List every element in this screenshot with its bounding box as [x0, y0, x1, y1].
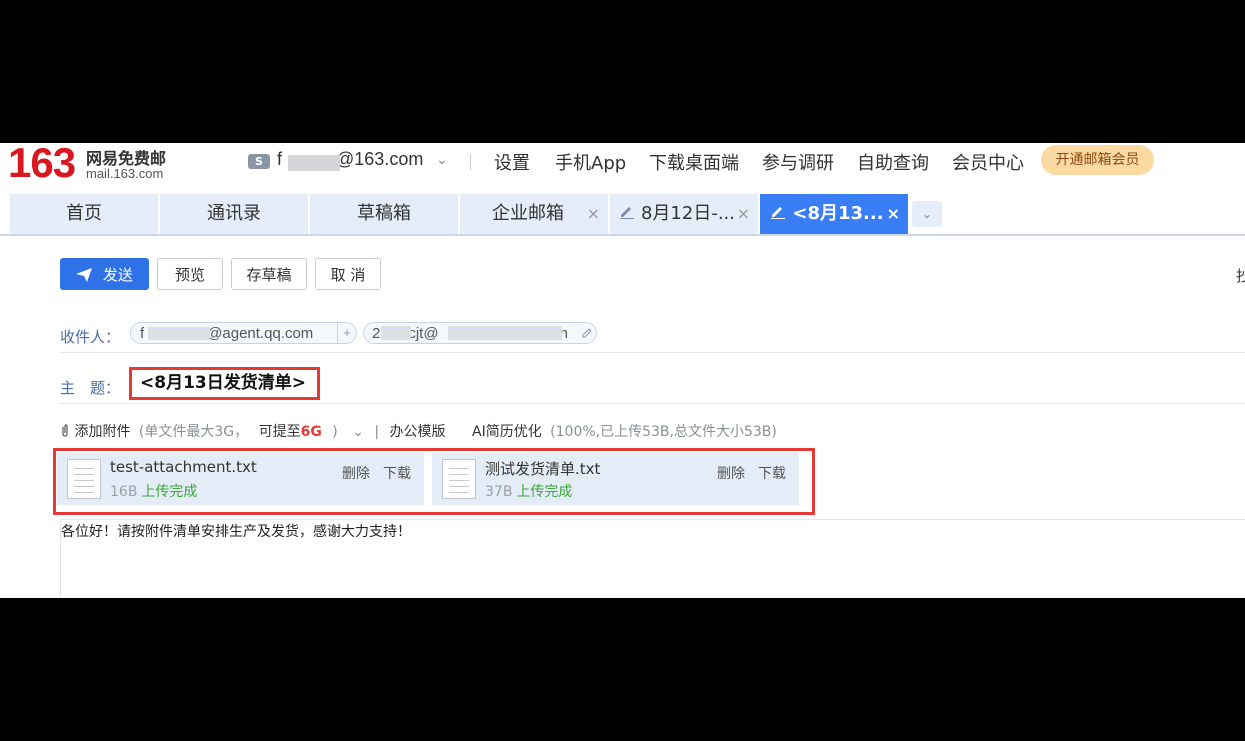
- recipient-1-suffix: @agent.qq.com: [207, 325, 314, 342]
- attachment-delete-button[interactable]: 删除: [717, 463, 745, 483]
- nav-survey[interactable]: 参与调研: [762, 149, 834, 175]
- upload-summary: (100%,已上传53B,总文件大小53B): [550, 424, 777, 440]
- attachment-meta: 37B 上传完成: [485, 481, 572, 501]
- attachment-more-chevron-icon[interactable]: ⌄: [352, 424, 364, 440]
- cancel-button[interactable]: 取 消: [315, 258, 381, 290]
- recipient-1-redacted: [148, 327, 210, 340]
- tab-enterprise-close-icon[interactable]: ×: [587, 194, 600, 234]
- recipient-2-prefix: 2: [372, 325, 381, 342]
- add-attachment-link[interactable]: 添加附件: [74, 424, 130, 440]
- send-button-label: 发送: [102, 266, 133, 284]
- attachment-status: 上传完成: [141, 484, 198, 500]
- tab-drafts[interactable]: 草稿箱: [310, 194, 458, 234]
- attachment-meta: 16B 上传完成: [110, 481, 197, 501]
- tab-drafts-label: 草稿箱: [357, 203, 411, 224]
- account-email-prefix: f: [277, 149, 283, 169]
- recipient-chip-2[interactable]: 2 cjt@ h: [363, 322, 597, 344]
- tab-compose-aug12-label: 8月12日-...: [640, 203, 736, 224]
- account-type-icon: S: [248, 154, 270, 169]
- upgrade-limit-link[interactable]: 可提至6G: [259, 424, 322, 440]
- send-button[interactable]: 发送: [60, 258, 149, 290]
- tab-contacts[interactable]: 通讯录: [160, 194, 308, 234]
- account-chevron-down-icon[interactable]: ⌄: [436, 152, 448, 168]
- attachment-limit-close: ): [332, 424, 338, 440]
- tab-compose-aug12[interactable]: 8月12日-... ×: [610, 194, 758, 234]
- tab-home[interactable]: 首页: [10, 194, 158, 234]
- tab-aug13-close-icon[interactable]: ×: [887, 194, 900, 234]
- tab-bar: 首页 通讯录 草稿箱 企业邮箱 × 8月12日-... × <8月13... ×…: [0, 194, 1245, 236]
- preview-button[interactable]: 预览: [157, 258, 223, 290]
- nav-mobile-app[interactable]: 手机App: [555, 149, 626, 175]
- account-email-suffix: @163.com: [336, 149, 424, 169]
- recipient-2-mid: cjt@: [408, 325, 439, 342]
- cc-link-partial[interactable]: 抄: [1236, 265, 1245, 286]
- nav-self-service[interactable]: 自助查询: [857, 149, 929, 175]
- recipient-2-redacted-b: [448, 326, 562, 340]
- recipient-chip-1[interactable]: f @agent.qq.com +: [130, 322, 357, 344]
- attachment-size: 16B: [110, 484, 138, 500]
- logo-163[interactable]: 163: [8, 143, 76, 185]
- send-icon: [76, 266, 103, 284]
- pencil-icon: [619, 194, 635, 234]
- recipient-2-redacted-a: [381, 326, 411, 340]
- office-template-link[interactable]: 办公模版: [390, 424, 446, 440]
- tab-contacts-label: 通讯录: [207, 203, 261, 224]
- attachment-download-button[interactable]: 下载: [383, 463, 411, 483]
- recipients-divider: [60, 352, 1245, 353]
- nav-settings[interactable]: 设置: [494, 149, 530, 175]
- upgrade-size: 6G: [300, 424, 322, 440]
- attachment-bar-divider: |: [374, 424, 380, 440]
- tab-home-label: 首页: [66, 203, 102, 224]
- upgrade-text: 可提至: [258, 424, 301, 440]
- logo-url: mail.163.com: [86, 166, 164, 181]
- tab-aug12-close-icon[interactable]: ×: [737, 194, 750, 234]
- tabs-more-chevron-icon[interactable]: ⌄: [912, 201, 942, 227]
- nav-desktop-download[interactable]: 下载桌面端: [649, 149, 739, 175]
- mail-app: 163 网易免费邮 mail.163.com S f @163.com ⌄ 设置 …: [0, 143, 1245, 598]
- attachment-name: 测试发货清单.txt: [485, 460, 601, 478]
- nav-member-center[interactable]: 会员中心: [952, 149, 1024, 175]
- header-divider: [470, 154, 471, 170]
- tab-enterprise-mail[interactable]: 企业邮箱 ×: [460, 194, 608, 234]
- attachment-delete-button[interactable]: 删除: [342, 463, 370, 483]
- account-email-redacted: [288, 155, 340, 171]
- attachment-download-button[interactable]: 下载: [758, 463, 786, 483]
- recipient-1-prefix: f: [140, 325, 145, 342]
- paperclip-icon: [60, 424, 74, 440]
- subject-label: 主 题：: [60, 379, 121, 397]
- body-text: 各位好！请按附件清单安排生产及发货，感谢大力支持！: [61, 524, 411, 540]
- attachment-limit-text: (单文件最大3G，: [138, 424, 249, 440]
- subject-input[interactable]: <8月13日发货清单>: [129, 367, 320, 400]
- text-file-icon: [442, 459, 476, 499]
- recipients-label: 收件人：: [60, 328, 121, 346]
- attachment-item[interactable]: 测试发货清单.txt 37B 上传完成 删除 下载: [432, 453, 799, 505]
- ai-resume-link[interactable]: AI简历优化: [472, 424, 542, 440]
- attachment-size: 37B: [485, 484, 513, 500]
- tab-compose-aug13-label: <8月13...: [792, 203, 884, 224]
- tab-compose-aug13[interactable]: <8月13... ×: [760, 194, 908, 234]
- attachment-name: test-attachment.txt: [110, 458, 257, 476]
- save-draft-button[interactable]: 存草稿: [231, 258, 307, 290]
- attachment-item[interactable]: test-attachment.txt 16B 上传完成 删除 下载: [57, 453, 424, 505]
- pencil-icon: [770, 194, 786, 234]
- recipient-2-edit-icon[interactable]: [578, 323, 596, 343]
- vip-button[interactable]: 开通邮箱会员: [1041, 145, 1154, 175]
- top-header: 163 网易免费邮 mail.163.com S f @163.com ⌄ 设置 …: [0, 143, 1245, 193]
- attachment-status: 上传完成: [516, 484, 573, 500]
- attachment-bar: 添加附件 (单文件最大3G， 可提至6G ) ⌄ | 办公模版 AI简历优化 (…: [60, 421, 777, 441]
- tab-enterprise-mail-label: 企业邮箱: [492, 203, 564, 224]
- text-file-icon: [67, 459, 101, 499]
- recipient-1-add-icon[interactable]: +: [337, 323, 356, 343]
- subject-divider: [60, 403, 1245, 404]
